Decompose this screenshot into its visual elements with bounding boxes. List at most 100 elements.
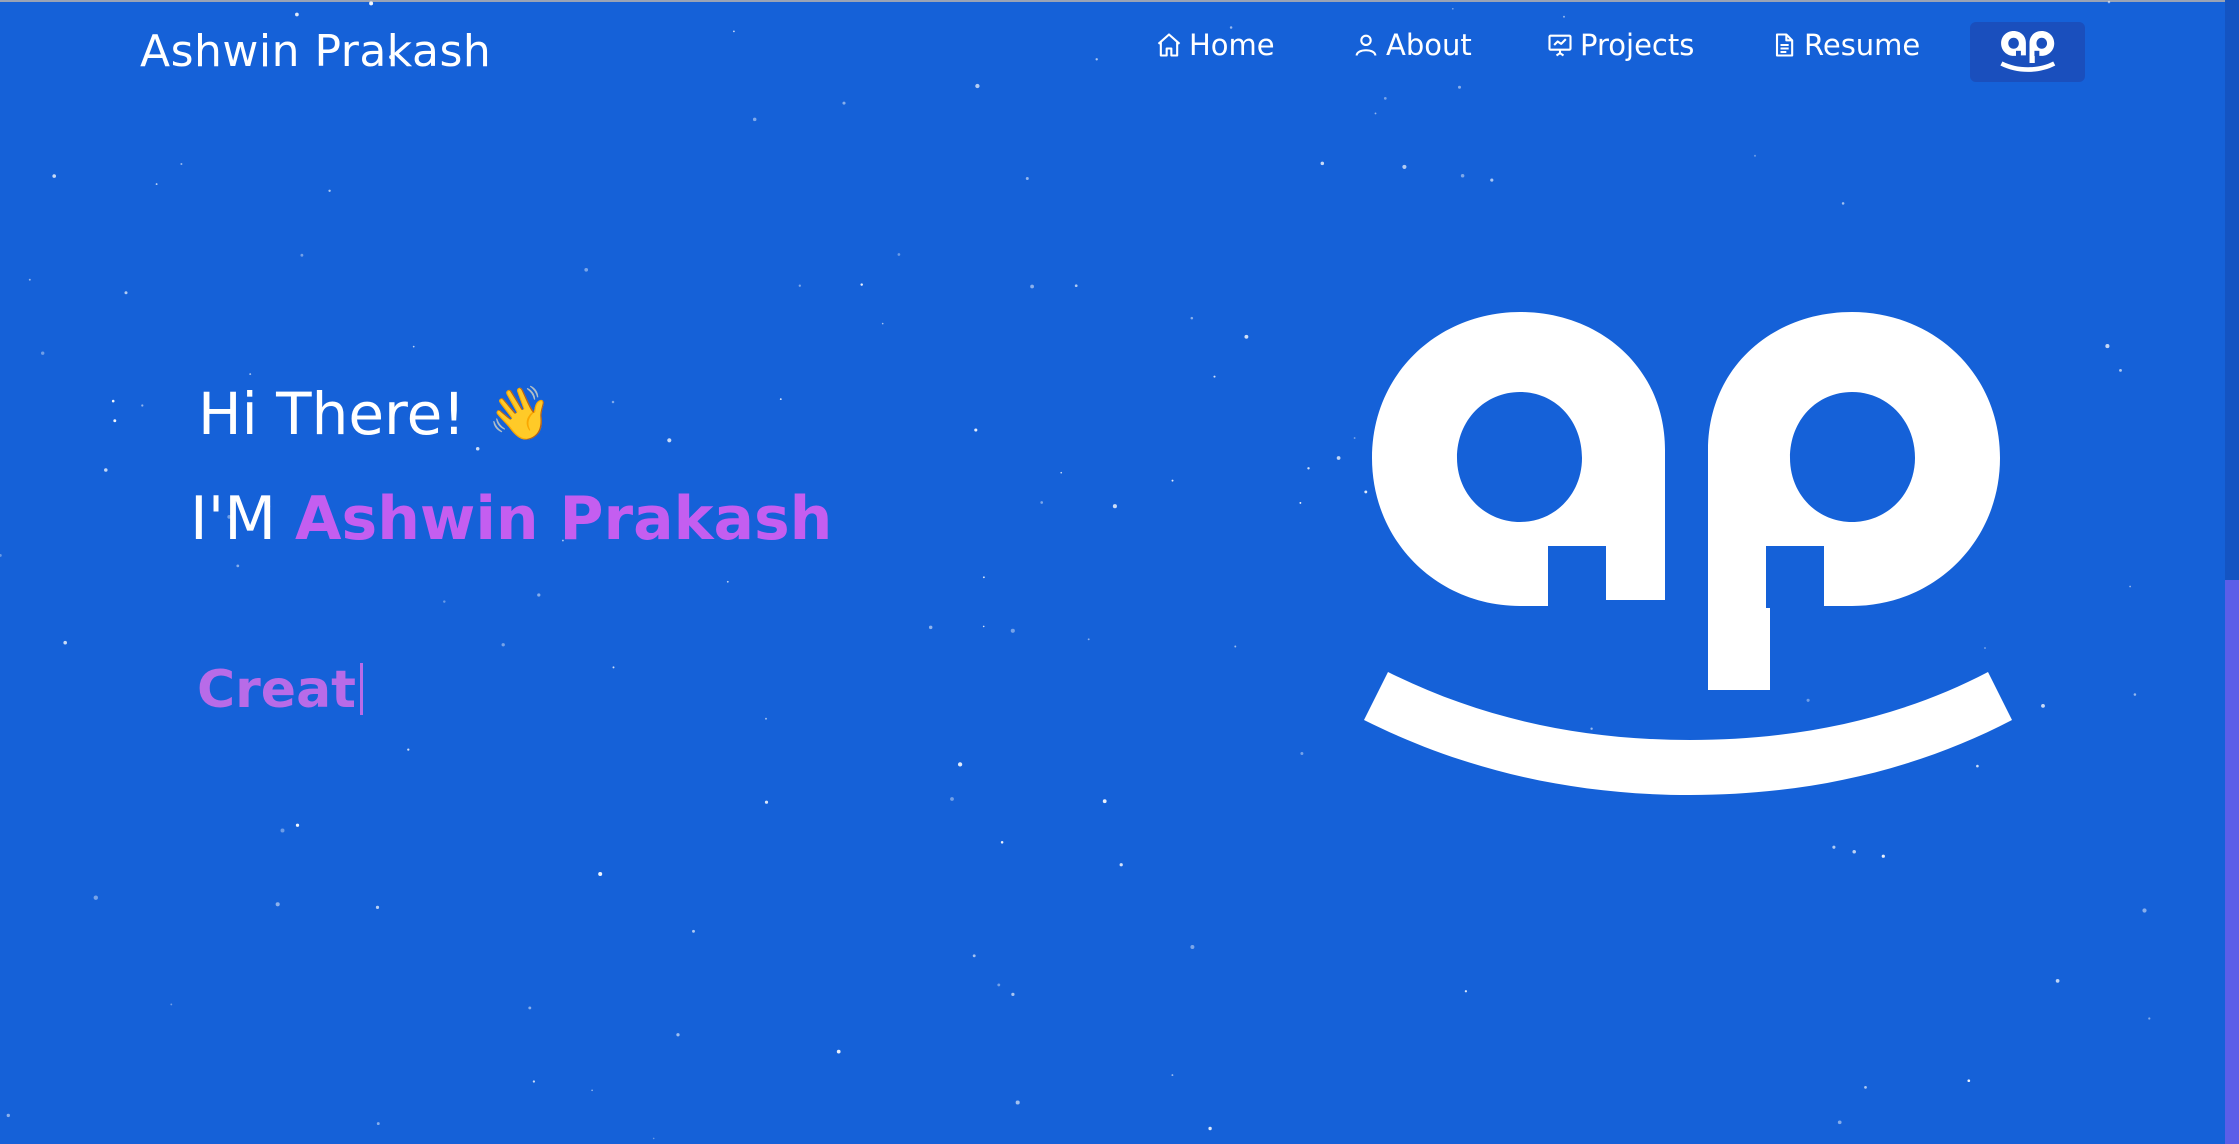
star [1299, 501, 1302, 504]
star [328, 189, 331, 192]
star [584, 267, 589, 272]
star [2142, 908, 2147, 913]
star [537, 593, 541, 597]
star [1112, 504, 1117, 509]
star [1171, 479, 1174, 482]
star [1030, 284, 1034, 289]
scrollbar-thumb[interactable] [2225, 580, 2239, 1144]
star [1087, 638, 1090, 641]
star [1190, 945, 1195, 949]
star [63, 640, 67, 645]
star [1864, 1086, 1867, 1089]
star [1010, 628, 1015, 633]
star [612, 666, 615, 669]
star [860, 283, 863, 286]
presentation-icon [1548, 34, 1572, 57]
nav-home-label: Home [1189, 28, 1275, 62]
star [2105, 344, 2110, 349]
star [52, 174, 56, 178]
star [180, 162, 183, 166]
star [974, 428, 978, 432]
star [950, 797, 954, 801]
star [652, 1137, 655, 1140]
star [667, 438, 672, 443]
star [375, 905, 380, 910]
star [1208, 1126, 1212, 1131]
star [1852, 850, 1856, 854]
star [982, 625, 985, 628]
nav-about[interactable]: About [1352, 28, 1472, 62]
star [300, 253, 304, 257]
star [1402, 164, 1407, 169]
star [6, 1113, 10, 1118]
nav-resume[interactable]: Resume [1770, 28, 1920, 62]
star [836, 1049, 841, 1054]
star [295, 823, 300, 827]
ap-logo-icon [1999, 31, 2055, 72]
nav-projects[interactable]: Projects [1546, 28, 1694, 62]
star [897, 253, 901, 256]
typewriter-text: Creat [197, 660, 364, 720]
star [93, 895, 98, 900]
star [1171, 1074, 1174, 1077]
star [41, 351, 45, 355]
home-icon [1157, 33, 1181, 57]
star [1336, 456, 1341, 460]
star [1119, 863, 1123, 867]
star [957, 762, 963, 767]
star [881, 322, 884, 325]
star [972, 954, 976, 958]
star [1464, 990, 1468, 993]
star [249, 373, 252, 376]
star [1881, 854, 1885, 858]
typewriter-caret [360, 663, 364, 715]
star [1025, 177, 1029, 180]
star [1011, 992, 1015, 997]
star [2133, 693, 2137, 696]
star [2129, 585, 2131, 588]
star [2055, 979, 2060, 983]
star [532, 1080, 536, 1083]
star [598, 872, 603, 876]
star [1460, 173, 1465, 178]
star [124, 291, 128, 295]
im-prefix: I'M [190, 484, 276, 554]
nav-resume-label: Resume [1804, 28, 1921, 62]
star [692, 929, 695, 933]
star [1190, 316, 1194, 320]
star [1060, 471, 1063, 474]
nav-about-label: About [1386, 28, 1472, 62]
star [1490, 178, 1494, 182]
star [275, 902, 280, 907]
star [1753, 154, 1757, 157]
star [141, 404, 144, 407]
document-icon [1775, 33, 1794, 57]
star [1213, 375, 1216, 378]
star [412, 345, 415, 348]
star [798, 284, 801, 287]
star [113, 419, 117, 423]
star [104, 468, 108, 472]
star [443, 600, 446, 603]
hero-intro-line: I'M Ashwin Prakash [190, 484, 832, 554]
star [982, 576, 985, 579]
star [1307, 467, 1310, 470]
user-icon [1355, 34, 1377, 56]
star [28, 278, 31, 281]
star [376, 1122, 380, 1126]
star [1320, 161, 1325, 166]
star [501, 643, 505, 647]
star [1244, 334, 1249, 339]
star [764, 800, 769, 804]
nav-logo-button[interactable] [1970, 22, 2085, 82]
star [1841, 202, 1845, 205]
star [1040, 501, 1044, 504]
star [1102, 799, 1107, 804]
star [528, 1006, 532, 1010]
nav-home[interactable]: Home [1155, 28, 1275, 62]
star [779, 398, 782, 401]
star [1074, 284, 1078, 288]
star [1374, 112, 1377, 115]
ap-logo-icon [1364, 312, 2012, 795]
star [1000, 841, 1004, 844]
